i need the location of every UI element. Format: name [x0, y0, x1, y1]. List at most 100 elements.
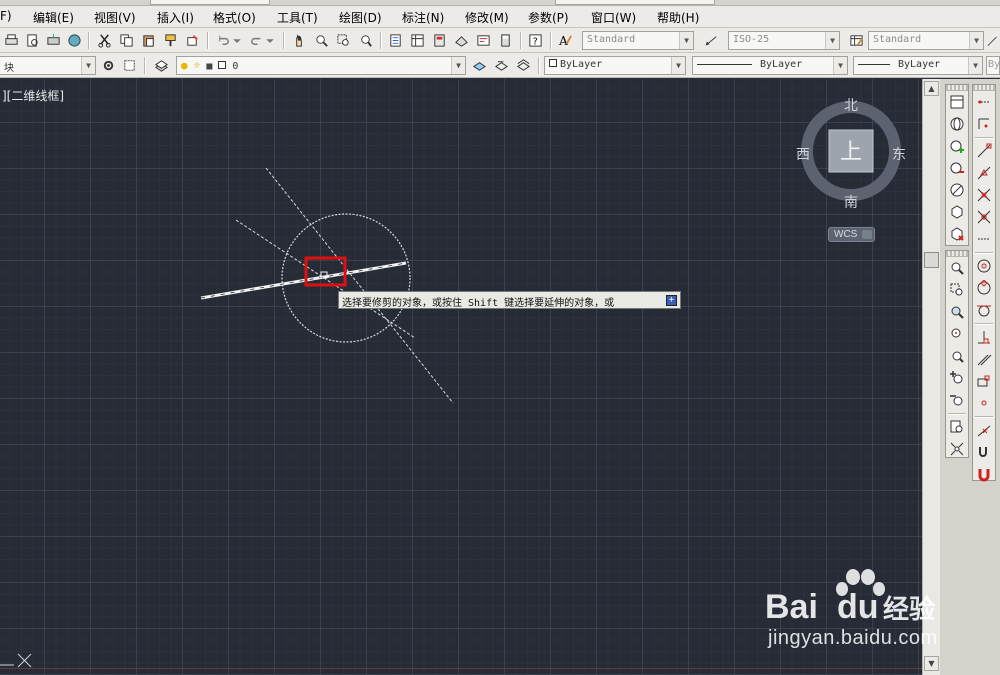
sun-icon: ☼ — [193, 59, 201, 72]
help-icon[interactable]: ? — [526, 31, 545, 50]
snap-quadrant-icon[interactable] — [974, 277, 994, 299]
zoom-dynamic-icon[interactable] — [947, 279, 967, 301]
zoom-out-icon[interactable] — [947, 389, 967, 411]
snap-perpendicular-icon[interactable] — [974, 326, 994, 348]
chevron-down-icon: ▼ — [451, 57, 465, 74]
cut-icon[interactable] — [95, 31, 114, 50]
menu-dimension[interactable]: 标注(N) — [402, 9, 444, 26]
plot-preview-icon[interactable] — [23, 31, 42, 50]
zoom-object-icon[interactable] — [947, 345, 967, 367]
undo-dropdown-icon[interactable] — [232, 31, 242, 50]
menu-help[interactable]: 帮助(H) — [657, 9, 699, 26]
menu-window[interactable]: 窗口(W) — [591, 9, 636, 26]
zoom-extents-icon[interactable] — [947, 438, 967, 460]
scroll-thumb[interactable] — [924, 252, 939, 268]
construction-line — [235, 219, 416, 339]
title-field-fragment — [150, 0, 270, 5]
copy-icon[interactable] — [117, 31, 136, 50]
snap-nearest-icon[interactable] — [974, 419, 994, 441]
orbit-icon[interactable] — [947, 179, 967, 201]
zoom-center-icon[interactable] — [947, 323, 967, 345]
clean-screen-icon[interactable] — [120, 56, 139, 75]
zoom-realtime-icon[interactable] — [312, 31, 331, 50]
undo-icon[interactable] — [214, 31, 233, 50]
block-editor-icon[interactable] — [183, 31, 202, 50]
menu-view[interactable]: 视图(V) — [94, 9, 136, 26]
dim-style-icon[interactable] — [702, 31, 721, 50]
snap-node-icon[interactable] — [974, 392, 994, 414]
properties-icon[interactable] — [386, 31, 405, 50]
zoom-window-icon[interactable] — [334, 31, 353, 50]
calculator-icon[interactable] — [496, 31, 515, 50]
markup-icon[interactable] — [474, 31, 493, 50]
dim-style-select[interactable]: ISO-25 ▼ — [728, 31, 840, 50]
globe-icon[interactable] — [947, 113, 967, 135]
plot-icon[interactable] — [2, 31, 21, 50]
expand-options-icon[interactable]: + — [666, 295, 677, 306]
zoom-all-icon[interactable] — [947, 416, 967, 438]
snap-apparent-intersection-icon[interactable] — [974, 206, 994, 228]
color-select[interactable]: ByLayer ▼ — [544, 56, 686, 75]
plotstyle-select[interactable]: ByL — [986, 56, 1000, 75]
menu-parametric[interactable]: 参数(P) — [528, 9, 569, 26]
menu-draw[interactable]: 绘图(D) — [339, 9, 382, 26]
temp-track-icon[interactable] — [974, 91, 994, 113]
named-views-icon[interactable] — [947, 91, 967, 113]
chevron-down-icon: ▼ — [825, 32, 839, 49]
snap-none-icon[interactable] — [974, 441, 994, 463]
publish-icon[interactable] — [44, 31, 63, 50]
snap-from-icon[interactable] — [974, 113, 994, 135]
text-style-icon[interactable]: A — [556, 31, 575, 50]
menu-format[interactable]: 格式(O) — [213, 9, 256, 26]
osnap-settings-icon[interactable] — [974, 463, 994, 485]
zoom-in-icon[interactable] — [947, 367, 967, 389]
sheet-set-icon[interactable] — [452, 31, 471, 50]
pan-icon[interactable] — [290, 31, 309, 50]
viewcube[interactable]: 上 北 南 东 西 — [796, 98, 906, 211]
redo-icon[interactable] — [247, 31, 266, 50]
menu-modify[interactable]: 修改(M) — [465, 9, 509, 26]
multileader-style-icon[interactable] — [986, 31, 1000, 50]
wcs-menu[interactable]: WCS — [828, 227, 875, 242]
linetype-select[interactable]: ByLayer ▼ — [692, 56, 848, 75]
snap-parallel-icon[interactable] — [974, 348, 994, 370]
match-properties-icon[interactable] — [161, 31, 180, 50]
snap-center-icon[interactable] — [974, 255, 994, 277]
box-icon[interactable] — [947, 201, 967, 223]
make-current-layer-icon[interactable] — [470, 56, 489, 75]
snap-midpoint-icon[interactable] — [974, 162, 994, 184]
table-style-icon[interactable] — [847, 31, 866, 50]
paste-icon[interactable] — [139, 31, 158, 50]
chevron-down-icon: ▼ — [968, 57, 982, 74]
menu-edit[interactable]: 编辑(E) — [33, 9, 74, 26]
snap-endpoint-icon[interactable] — [974, 140, 994, 162]
add-view-icon[interactable] — [947, 135, 967, 157]
layer-state-icon[interactable] — [514, 56, 533, 75]
redo-dropdown-icon[interactable] — [265, 31, 275, 50]
zoom-scale-icon[interactable] — [947, 301, 967, 323]
zoom-previous-icon[interactable] — [356, 31, 375, 50]
snap-tangent-icon[interactable] — [974, 299, 994, 321]
lineweight-select[interactable]: ByLayer ▼ — [853, 56, 983, 75]
menu-file[interactable]: F) — [0, 9, 12, 23]
remove-view-icon[interactable] — [947, 157, 967, 179]
layer-properties-icon[interactable] — [152, 56, 171, 75]
layer-previous-icon[interactable] — [492, 56, 511, 75]
workspace-settings-icon[interactable] — [99, 56, 118, 75]
menu-tools[interactable]: 工具(T) — [277, 9, 318, 26]
delete-view-icon[interactable] — [947, 223, 967, 245]
scroll-up-icon[interactable]: ▲ — [924, 81, 939, 96]
table-style-select[interactable]: Standard ▼ — [868, 31, 984, 50]
snap-extension-icon[interactable] — [974, 228, 994, 250]
menu-insert[interactable]: 插入(I) — [157, 9, 194, 26]
snap-insert-icon[interactable] — [974, 370, 994, 392]
zoom-window-icon[interactable] — [947, 257, 967, 279]
tool-palettes-icon[interactable] — [430, 31, 449, 50]
3d-print-icon[interactable] — [65, 31, 84, 50]
workspace-select[interactable]: 块 ▼ — [0, 56, 96, 75]
text-style-select[interactable]: Standard ▼ — [582, 31, 694, 50]
snap-intersection-icon[interactable] — [974, 184, 994, 206]
dim-style-value: ISO-25 — [733, 34, 770, 45]
layer-select[interactable]: ● ☼ ■ 0 ▼ — [176, 56, 466, 75]
design-center-icon[interactable] — [408, 31, 427, 50]
